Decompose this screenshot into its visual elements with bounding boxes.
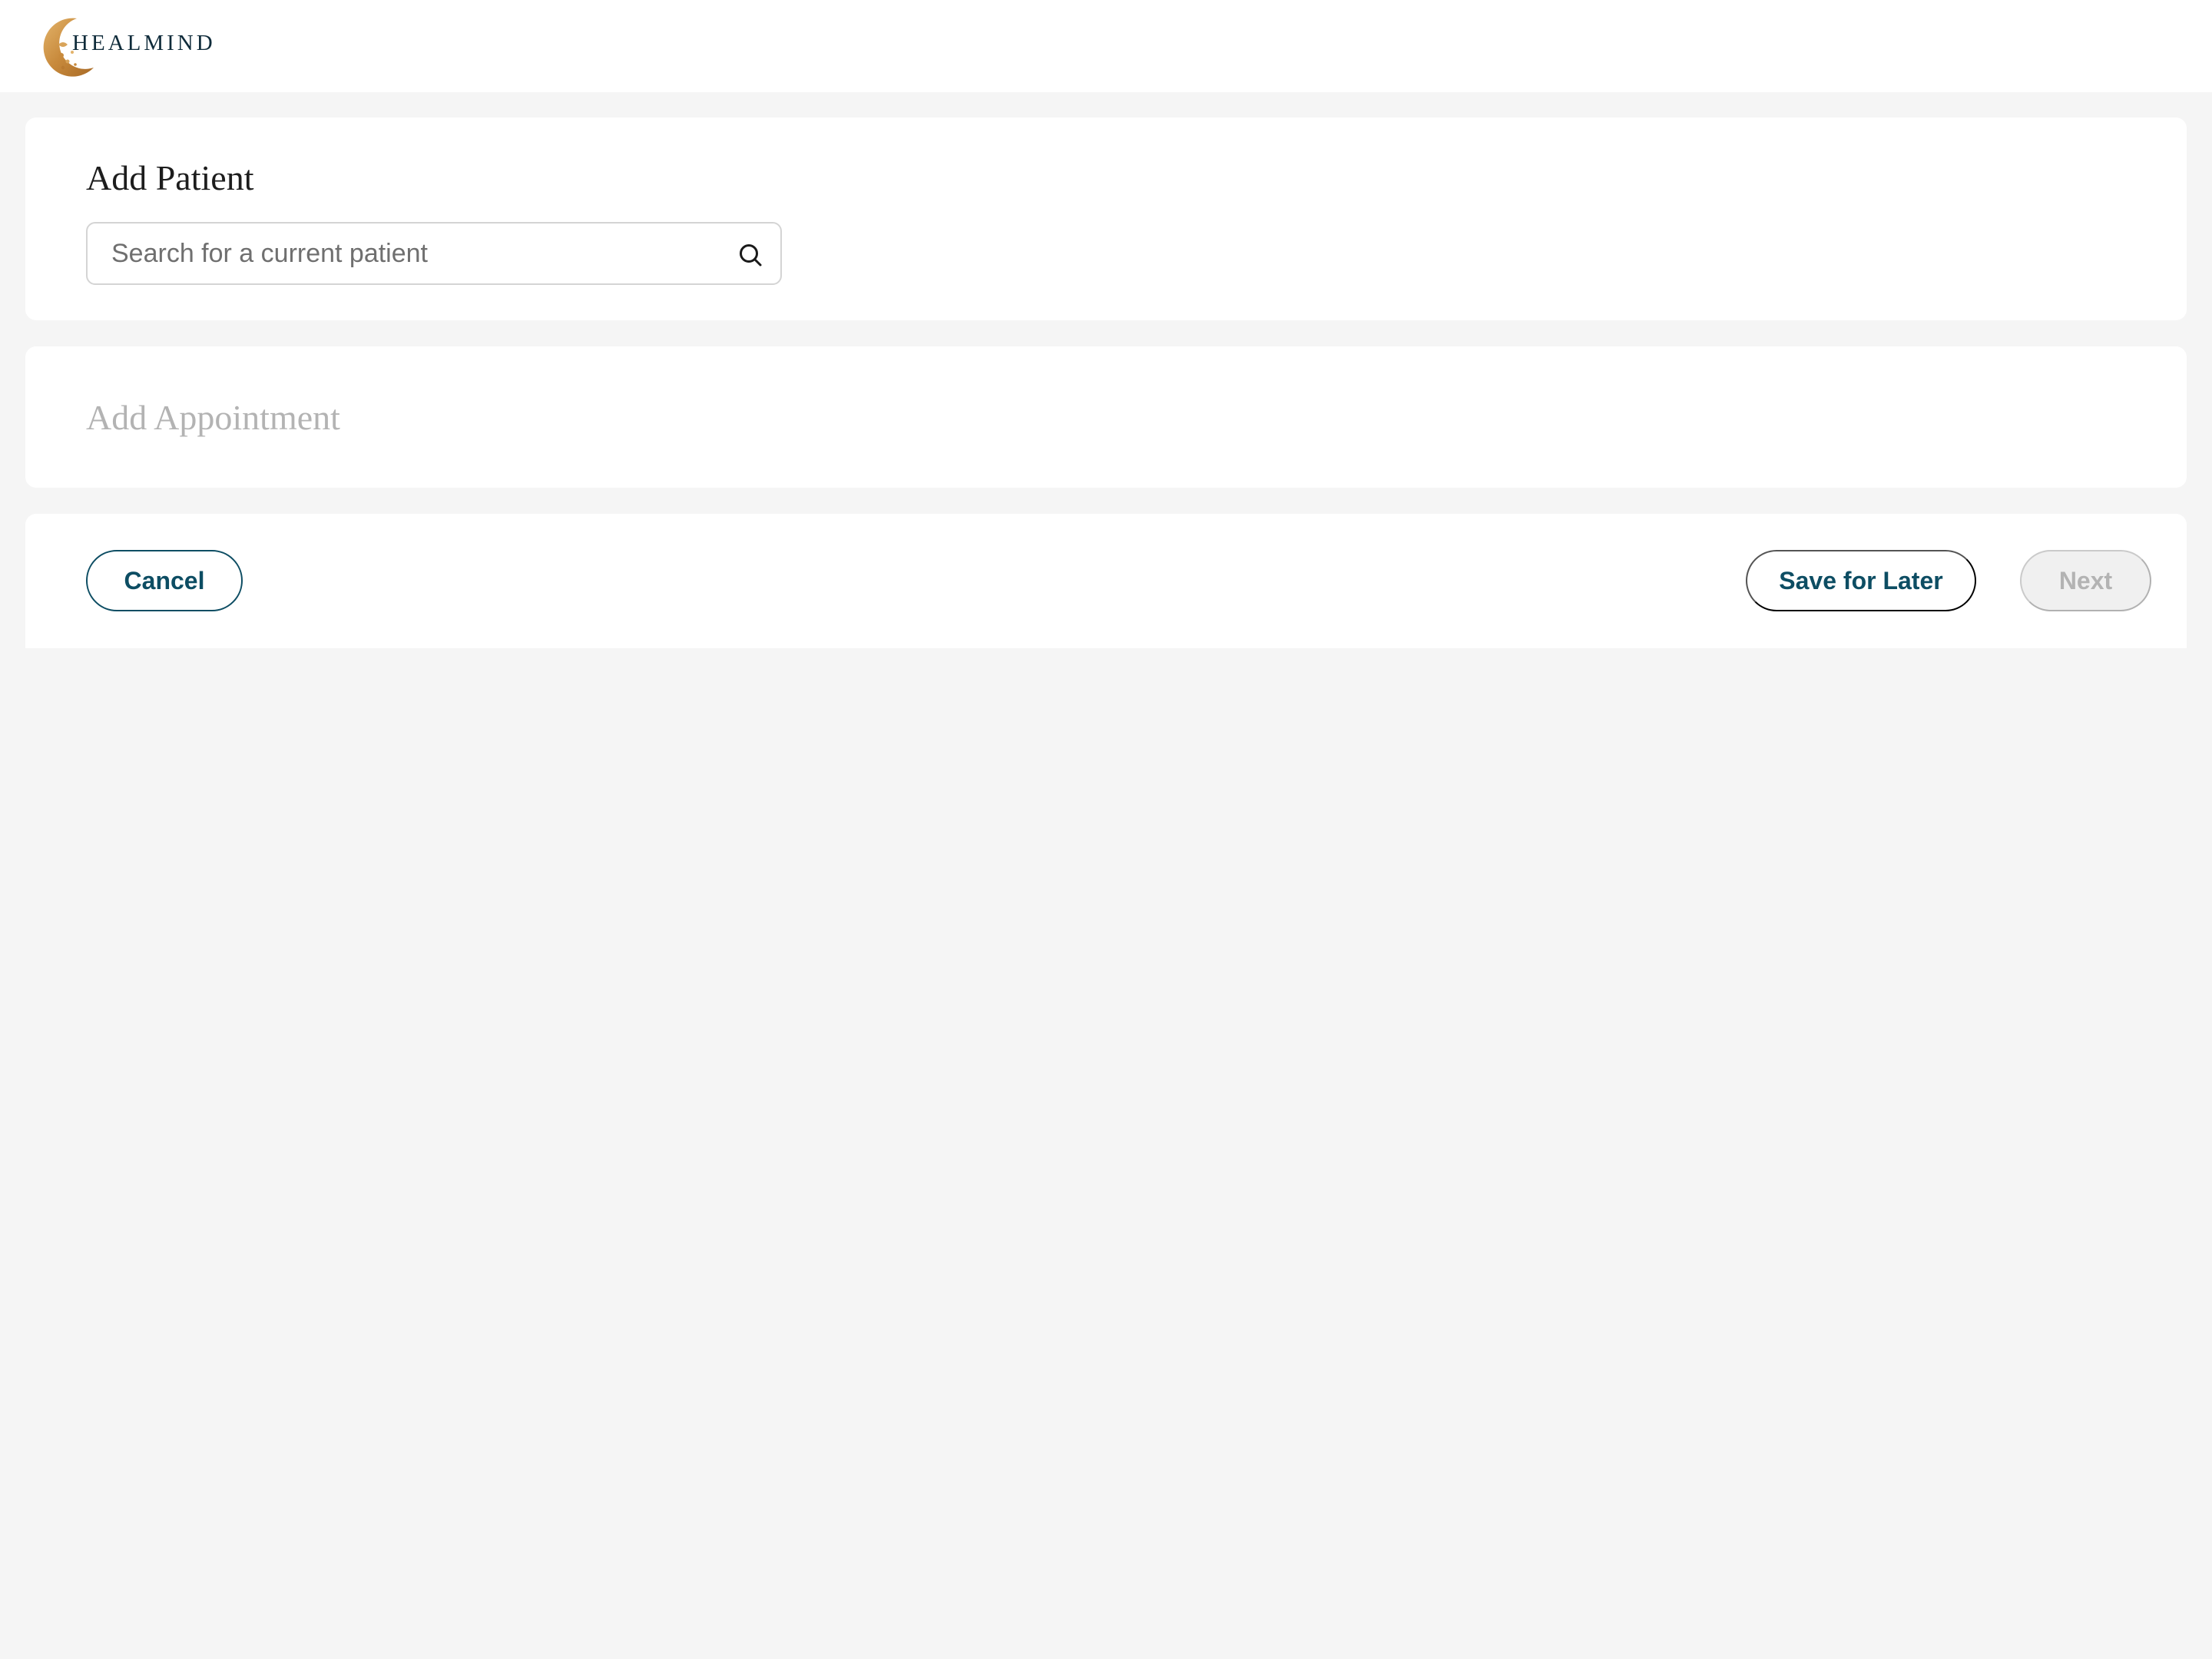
save-for-later-button[interactable]: Save for Later	[1746, 550, 1976, 611]
next-button[interactable]: Next	[2020, 550, 2151, 611]
add-appointment-title: Add Appointment	[86, 398, 340, 437]
patient-search-box[interactable]	[86, 222, 782, 285]
cancel-button[interactable]: Cancel	[86, 550, 243, 611]
brand-logo[interactable]: HEALMIND	[32, 14, 213, 80]
form-actions-bar: Cancel Save for Later Next	[25, 514, 2187, 648]
add-appointment-card: Add Appointment	[25, 346, 2187, 488]
add-patient-title: Add Patient	[86, 158, 254, 197]
brand-name: HEALMIND	[72, 31, 216, 55]
patient-search-input[interactable]	[88, 224, 780, 283]
top-bar: HEALMIND	[0, 0, 2212, 92]
search-icon[interactable]	[737, 242, 763, 268]
add-patient-card: Add Patient	[25, 118, 2187, 320]
